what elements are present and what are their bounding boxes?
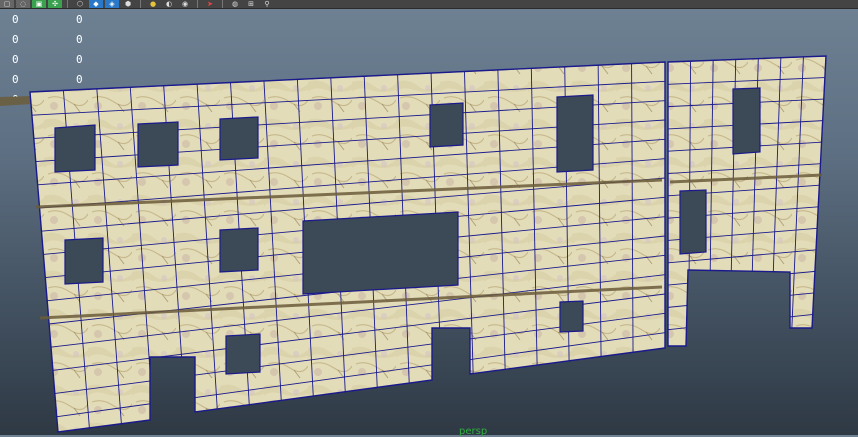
window-opening bbox=[54, 124, 96, 173]
ledge-edge bbox=[0, 96, 32, 106]
window-opening bbox=[302, 211, 459, 295]
window-opening bbox=[219, 227, 259, 273]
window-opening bbox=[429, 102, 464, 148]
window-opening bbox=[219, 116, 259, 161]
window-opening bbox=[64, 237, 104, 285]
window-opening bbox=[225, 333, 261, 375]
window-opening bbox=[559, 300, 584, 333]
window-opening bbox=[137, 121, 179, 168]
window-opening bbox=[556, 94, 594, 173]
window-opening bbox=[679, 189, 707, 255]
3d-viewport[interactable] bbox=[0, 0, 858, 435]
window-opening bbox=[732, 87, 761, 155]
wireframe-edge bbox=[668, 335, 813, 346]
camera-name-label: persp bbox=[459, 426, 488, 437]
